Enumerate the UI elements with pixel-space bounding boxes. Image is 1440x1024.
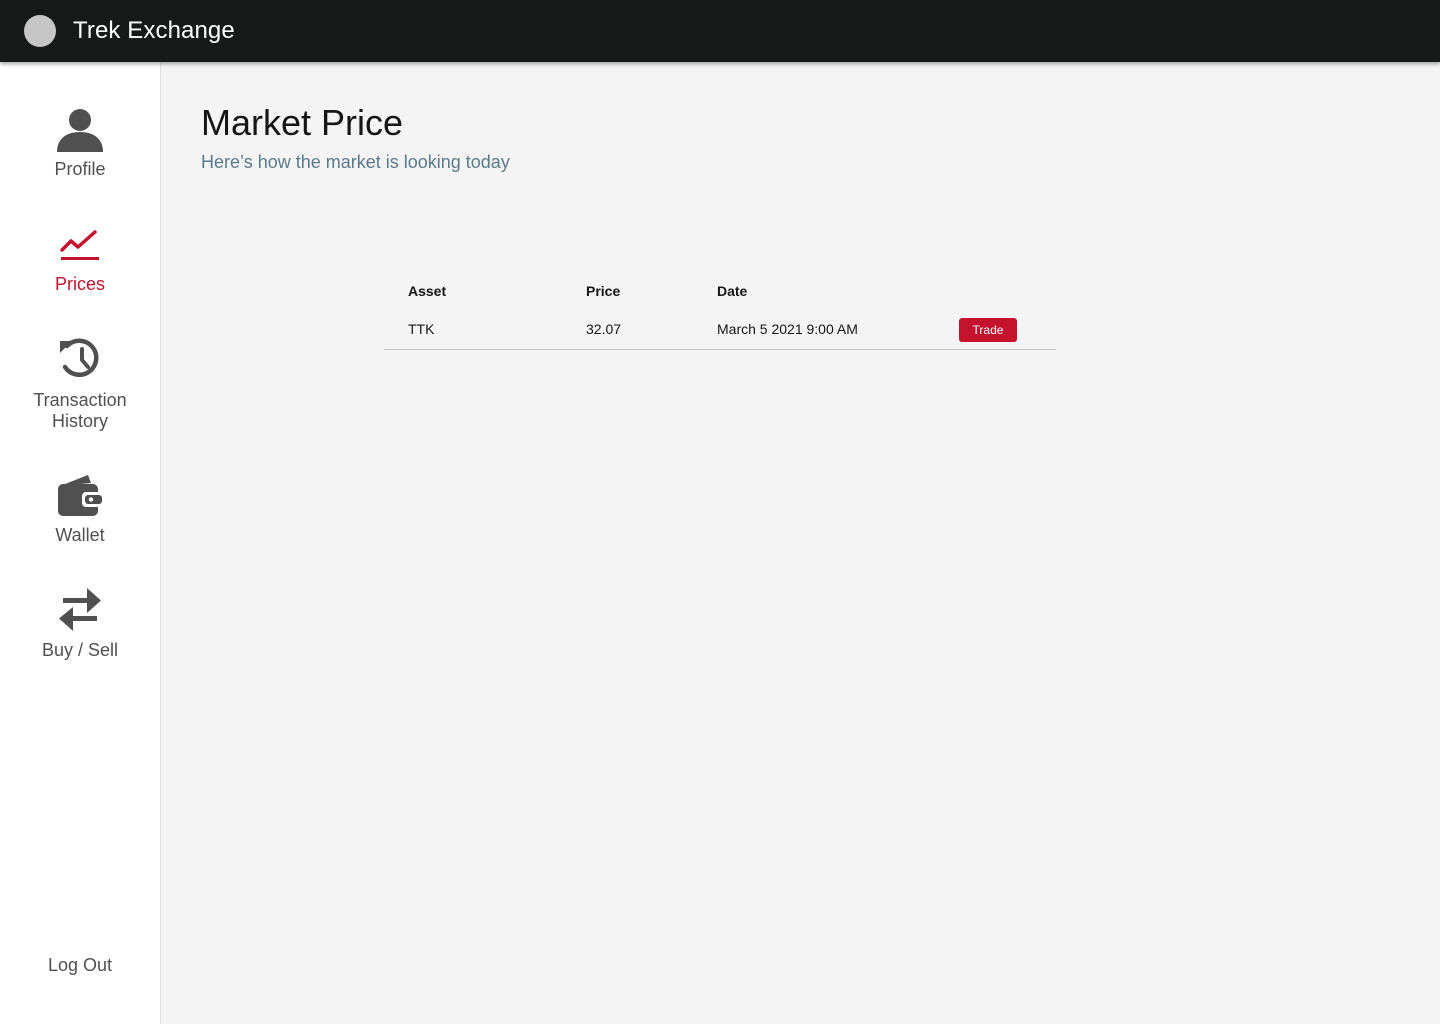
- page-subtitle: Here’s how the market is looking today: [201, 152, 510, 172]
- history-icon: [57, 335, 103, 385]
- top-bar: Trek Exchange: [0, 0, 1440, 62]
- market-price-table: Asset Price Date TTK 32.07 March 5 2021 …: [384, 272, 1056, 350]
- page-title: Market Price: [201, 102, 404, 143]
- sidebar-item-buy-sell[interactable]: Buy / Sell: [0, 585, 160, 661]
- date-cell: March 5 2021 9:00 AM: [717, 321, 858, 337]
- sidebar-item-label: Buy / Sell: [41, 640, 119, 660]
- main-content: Market Price Here’s how the market is lo…: [161, 62, 1440, 1024]
- column-header-date: Date: [717, 283, 748, 299]
- sidebar-item-label: Prices: [54, 274, 105, 294]
- logo-icon: [24, 15, 56, 47]
- sidebar-item-label: Wallet: [55, 525, 105, 545]
- swap-arrows-icon: [57, 585, 103, 635]
- person-icon: [56, 104, 104, 154]
- column-header-asset: Asset: [408, 283, 447, 299]
- table-row: TTK 32.07 March 5 2021 9:00 AM Trade: [384, 310, 1056, 350]
- column-header-price: Price: [586, 283, 621, 299]
- sidebar-item-transaction-history[interactable]: Transaction History: [0, 335, 160, 432]
- sidebar-item-prices[interactable]: Prices: [0, 220, 160, 295]
- wallet-icon: [56, 470, 104, 520]
- sidebar-item-wallet[interactable]: Wallet: [0, 470, 160, 546]
- price-cell: 32.07: [586, 321, 622, 337]
- table-header: Asset Price Date: [384, 272, 1056, 310]
- sidebar: Profile Prices Transaction History Walle…: [0, 62, 161, 1024]
- sidebar-item-profile[interactable]: Profile: [0, 104, 160, 180]
- sidebar-item-label: Transaction History: [33, 390, 127, 431]
- app-title: Trek Exchange: [73, 17, 235, 44]
- logout-button[interactable]: Log Out: [0, 955, 160, 976]
- sidebar-item-label: Profile: [54, 159, 106, 179]
- asset-cell: TTK: [408, 321, 435, 337]
- chart-line-icon: [59, 220, 101, 270]
- trade-button[interactable]: Trade: [959, 318, 1017, 342]
